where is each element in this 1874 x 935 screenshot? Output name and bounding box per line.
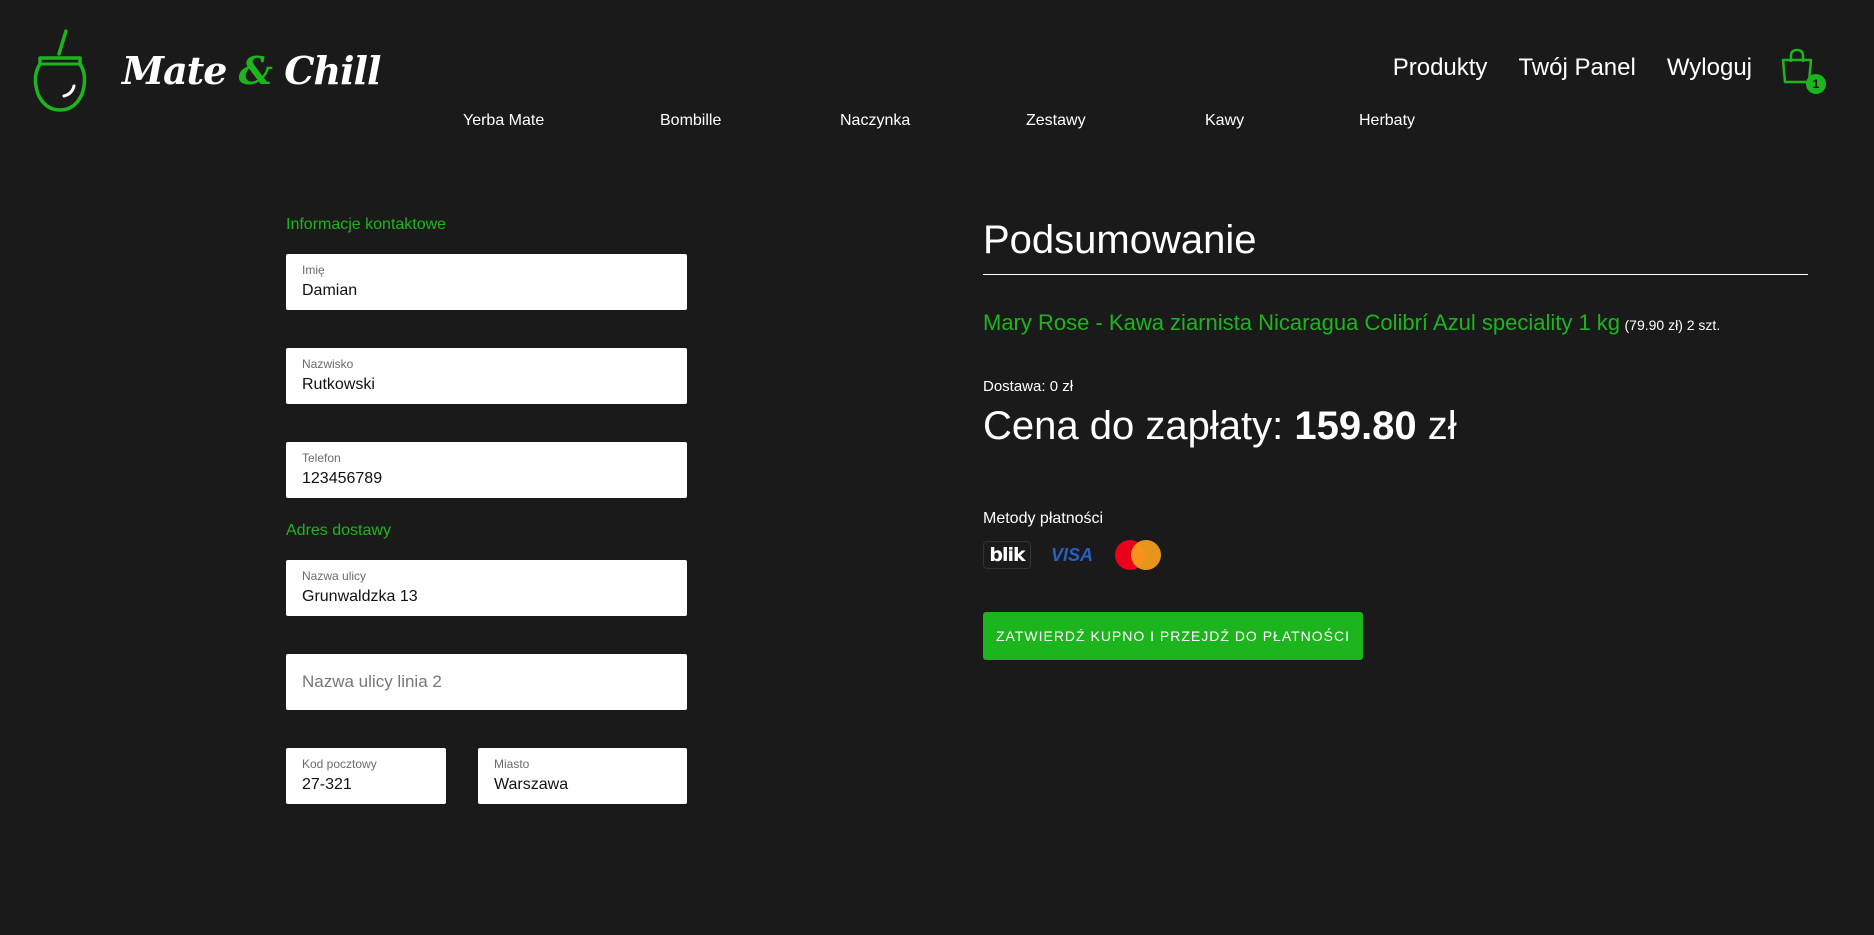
street-line2-field (286, 654, 687, 710)
city-label: Miasto (494, 757, 530, 771)
postal-code-field[interactable]: Kod pocztowy 27-321 (286, 748, 446, 804)
blik-icon: blik (983, 541, 1031, 569)
cart-button[interactable]: 1 (1780, 48, 1826, 94)
logo[interactable]: Mate & Chill (28, 28, 381, 112)
payment-methods-icons: blik VISA (983, 540, 1162, 570)
visa-icon: VISA (1051, 544, 1094, 565)
total-price-currency: zł (1427, 404, 1457, 448)
total-price-label: Cena do zapłaty: (983, 404, 1284, 448)
cart-count-badge: 1 (1806, 74, 1826, 94)
city-value: Warszawa (494, 776, 569, 793)
phone-value: 123456789 (302, 470, 383, 487)
first-name-value: Damian (302, 282, 358, 299)
category-link-kawy[interactable]: Kawy (1205, 112, 1244, 130)
street-field[interactable]: Nazwa ulicy Grunwaldzka 13 (286, 560, 687, 616)
summary-title: Podsumowanie (983, 218, 1257, 262)
category-link-herbaty[interactable]: Herbaty (1359, 112, 1415, 130)
delivery-cost: Dostawa: 0 zł (983, 378, 1074, 395)
phone-label: Telefon (302, 451, 341, 465)
nav-products-link[interactable]: Produkty (1393, 54, 1488, 82)
total-price: Cena do zapłaty: 159.80 zł (983, 404, 1457, 449)
category-link-bombille[interactable]: Bombille (660, 112, 721, 130)
postal-code-label: Kod pocztowy (302, 757, 377, 771)
cart-product-row: Mary Rose - Kawa ziarnista Nicaragua Col… (983, 310, 1808, 336)
contact-info-heading: Informacje kontaktowe (286, 216, 447, 233)
nav-logout-link[interactable]: Wyloguj (1667, 54, 1752, 82)
payment-methods-label: Metody płatności (983, 510, 1104, 527)
category-link-naczynka[interactable]: Naczynka (840, 112, 910, 130)
site-header: Mate & Chill Produkty Twój Panel Wyloguj… (0, 0, 1874, 150)
street-line2-input[interactable] (286, 654, 687, 710)
mate-cup-icon (33, 29, 87, 112)
nav-panel-link[interactable]: Twój Panel (1518, 54, 1635, 82)
first-name-field[interactable]: Imię Damian (286, 254, 687, 310)
confirm-purchase-button[interactable]: Zatwierdź kupno i przejdź do płatności (983, 612, 1363, 660)
city-field[interactable]: Miasto Warszawa (478, 748, 687, 804)
product-price-quantity: (79.90 zł) 2 szt. (1624, 317, 1721, 333)
category-link-zestawy[interactable]: Zestawy (1026, 112, 1086, 130)
top-nav: Produkty Twój Panel Wyloguj 1 (1362, 48, 1826, 94)
first-name-label: Imię (302, 263, 325, 277)
last-name-value: Rutkowski (302, 376, 375, 393)
mastercard-icon (1115, 540, 1162, 570)
postal-code-value: 27-321 (302, 776, 352, 793)
phone-field[interactable]: Telefon 123456789 (286, 442, 687, 498)
product-name: Mary Rose - Kawa ziarnista Nicaragua Col… (983, 310, 1621, 335)
last-name-field[interactable]: Nazwisko Rutkowski (286, 348, 687, 404)
delivery-address-heading: Adres dostawy (286, 522, 391, 539)
last-name-label: Nazwisko (302, 357, 354, 371)
brand-name: Mate & Chill (122, 47, 381, 93)
street-label: Nazwa ulicy (302, 569, 367, 583)
street-value: Grunwaldzka 13 (302, 588, 418, 605)
total-price-value: 159.80 (1294, 404, 1417, 448)
summary-divider (983, 274, 1808, 275)
category-link-yerba-mate[interactable]: Yerba Mate (463, 112, 544, 130)
